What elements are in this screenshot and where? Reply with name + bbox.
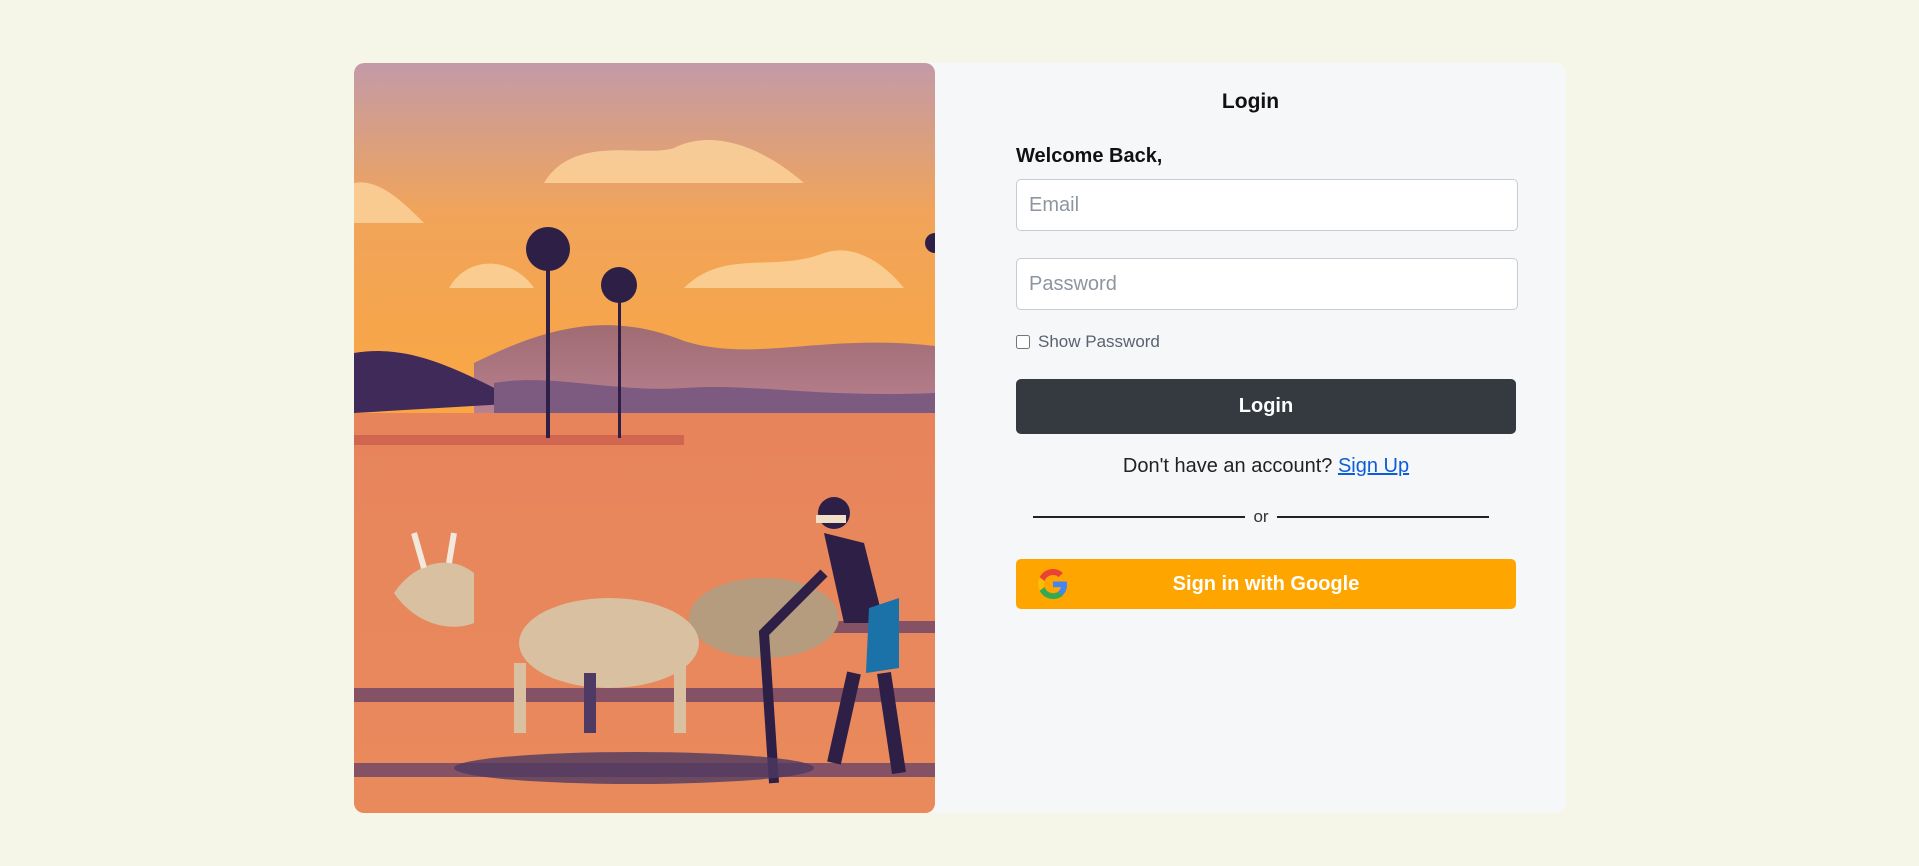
no-account-text: Don't have an account?: [1122, 455, 1333, 477]
signup-prompt: Don't have an account? Sign Up: [1016, 455, 1516, 478]
divider-line-right: [1276, 516, 1489, 518]
divider-line-left: [1033, 516, 1246, 518]
login-button[interactable]: Login: [1016, 379, 1516, 434]
or-divider: or: [1033, 507, 1489, 527]
login-card: Login Welcome Back, Show Password Login …: [354, 63, 1566, 813]
page-title: Login: [1221, 90, 1280, 113]
google-button-label: Sign in with Google: [1172, 572, 1360, 595]
email-field[interactable]: [1016, 179, 1518, 231]
login-form: Login Welcome Back, Show Password Login …: [935, 63, 1566, 813]
divider-text: or: [1253, 507, 1269, 526]
password-field[interactable]: [1016, 258, 1518, 310]
show-password-label: Show Password: [1038, 332, 1160, 351]
farmer-illustration: [354, 63, 935, 813]
google-sign-in-button[interactable]: Sign in with Google: [1016, 559, 1516, 609]
sign-up-link[interactable]: Sign Up: [1338, 455, 1409, 477]
google-icon: [1038, 569, 1068, 599]
show-password-checkbox[interactable]: [1016, 335, 1030, 349]
show-password-toggle[interactable]: Show Password: [1016, 332, 1160, 352]
welcome-heading: Welcome Back,: [1016, 145, 1163, 167]
